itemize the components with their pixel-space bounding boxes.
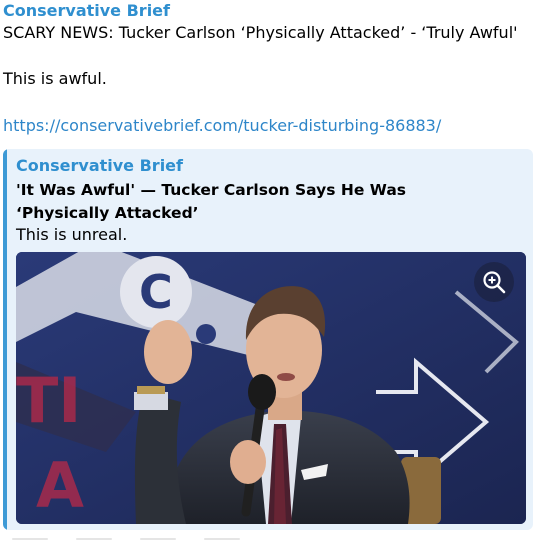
svg-text:C: C <box>139 265 173 319</box>
message-link[interactable]: https://conservativebrief.com/tucker-dis… <box>3 116 441 136</box>
zoom-in-icon <box>483 271 506 294</box>
message-comment: This is awful. <box>3 69 107 88</box>
link-preview[interactable]: Conservative Brief 'It Was Awful' — Tuck… <box>3 149 533 530</box>
preview-site-name: Conservative Brief <box>16 156 183 175</box>
preview-description: This is unreal. <box>16 225 128 244</box>
preview-image[interactable]: C TI A <box>16 252 526 524</box>
message-headline: SCARY NEWS: Tucker Carlson ‘Physically A… <box>3 23 518 42</box>
svg-text:A: A <box>36 449 84 522</box>
zoom-button[interactable] <box>474 262 514 302</box>
channel-name[interactable]: Conservative Brief <box>3 1 170 21</box>
preview-accent-bar <box>3 149 7 530</box>
svg-text:TI: TI <box>16 364 81 437</box>
preview-title: 'It Was Awful' — Tucker Carlson Says He … <box>16 181 407 222</box>
message-bubble: Conservative Brief SCARY NEWS: Tucker Ca… <box>0 0 536 540</box>
reaction-strip <box>0 533 536 540</box>
preview-image-art: C TI A <box>16 252 526 524</box>
